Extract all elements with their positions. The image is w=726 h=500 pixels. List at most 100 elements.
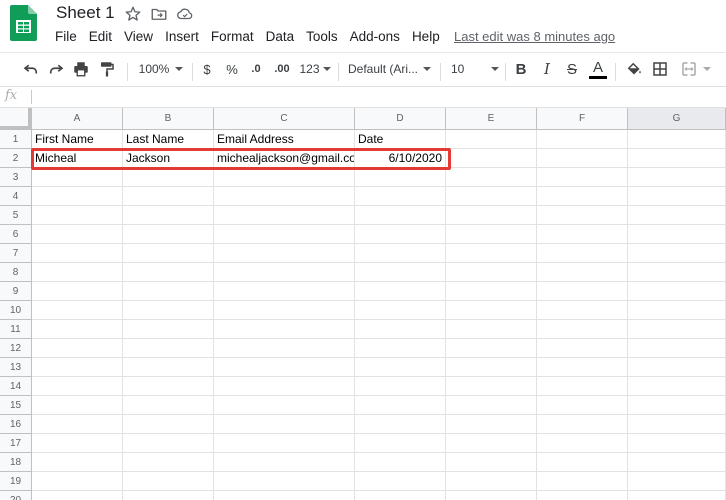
cell-e2[interactable] — [446, 149, 537, 168]
cell-f7[interactable] — [537, 244, 628, 263]
row-header-9[interactable]: 9 — [0, 282, 32, 301]
cell-b7[interactable] — [123, 244, 214, 263]
row-header-19[interactable]: 19 — [0, 472, 32, 491]
more-formats-select[interactable]: 123 — [298, 59, 332, 79]
cell-c2[interactable]: michealjackson@gmail.com — [214, 149, 355, 168]
row-header-6[interactable]: 6 — [0, 225, 32, 244]
cell-d1[interactable]: Date — [355, 130, 446, 149]
menu-add-ons[interactable]: Add-ons — [344, 28, 406, 46]
cell-d6[interactable] — [355, 225, 446, 244]
cell-a10[interactable] — [32, 301, 123, 320]
cell-f17[interactable] — [537, 434, 628, 453]
cell-g10[interactable] — [628, 301, 726, 320]
cell-c20[interactable] — [214, 491, 355, 500]
cell-c18[interactable] — [214, 453, 355, 472]
cell-b13[interactable] — [123, 358, 214, 377]
cell-e13[interactable] — [446, 358, 537, 377]
menu-format[interactable]: Format — [205, 28, 260, 46]
cell-d5[interactable] — [355, 206, 446, 225]
cell-g19[interactable] — [628, 472, 726, 491]
cell-f4[interactable] — [537, 187, 628, 206]
cell-a4[interactable] — [32, 187, 123, 206]
cell-e17[interactable] — [446, 434, 537, 453]
cell-e8[interactable] — [446, 263, 537, 282]
cell-a1[interactable]: First Name — [32, 130, 123, 149]
row-header-5[interactable]: 5 — [0, 206, 32, 225]
row-header-17[interactable]: 17 — [0, 434, 32, 453]
cell-b6[interactable] — [123, 225, 214, 244]
row-header-4[interactable]: 4 — [0, 187, 32, 206]
cell-d4[interactable] — [355, 187, 446, 206]
row-header-13[interactable]: 13 — [0, 358, 32, 377]
cell-g9[interactable] — [628, 282, 726, 301]
percent-format-button[interactable]: % — [222, 59, 242, 79]
cell-b14[interactable] — [123, 377, 214, 396]
cell-g13[interactable] — [628, 358, 726, 377]
row-header-14[interactable]: 14 — [0, 377, 32, 396]
cell-b16[interactable] — [123, 415, 214, 434]
cell-e14[interactable] — [446, 377, 537, 396]
cell-a19[interactable] — [32, 472, 123, 491]
cell-d12[interactable] — [355, 339, 446, 358]
cell-c8[interactable] — [214, 263, 355, 282]
cell-b3[interactable] — [123, 168, 214, 187]
cell-d2[interactable]: 6/10/2020 — [355, 149, 446, 168]
row-header-11[interactable]: 11 — [0, 320, 32, 339]
cell-f11[interactable] — [537, 320, 628, 339]
cell-a8[interactable] — [32, 263, 123, 282]
cell-g4[interactable] — [628, 187, 726, 206]
menu-edit[interactable]: Edit — [83, 28, 118, 46]
increase-decimal-button[interactable]: .00 — [270, 59, 294, 79]
formula-input[interactable] — [36, 88, 716, 106]
menu-data[interactable]: Data — [260, 28, 301, 46]
strikethrough-button[interactable]: S — [562, 59, 582, 79]
sheets-logo-icon[interactable] — [10, 5, 37, 41]
cell-a14[interactable] — [32, 377, 123, 396]
cell-e16[interactable] — [446, 415, 537, 434]
menu-insert[interactable]: Insert — [159, 28, 205, 46]
cell-b20[interactable] — [123, 491, 214, 500]
cell-c3[interactable] — [214, 168, 355, 187]
cell-e20[interactable] — [446, 491, 537, 500]
cell-a7[interactable] — [32, 244, 123, 263]
star-icon[interactable] — [124, 5, 142, 23]
cell-e15[interactable] — [446, 396, 537, 415]
row-header-2[interactable]: 2 — [0, 149, 32, 168]
cell-g7[interactable] — [628, 244, 726, 263]
row-header-12[interactable]: 12 — [0, 339, 32, 358]
cell-f12[interactable] — [537, 339, 628, 358]
cell-c4[interactable] — [214, 187, 355, 206]
cell-a16[interactable] — [32, 415, 123, 434]
column-header-d[interactable]: D — [355, 108, 446, 130]
cell-d9[interactable] — [355, 282, 446, 301]
menu-view[interactable]: View — [118, 28, 159, 46]
cell-c19[interactable] — [214, 472, 355, 491]
cell-a11[interactable] — [32, 320, 123, 339]
cell-f1[interactable] — [537, 130, 628, 149]
cell-f18[interactable] — [537, 453, 628, 472]
menu-help[interactable]: Help — [406, 28, 446, 46]
cell-e19[interactable] — [446, 472, 537, 491]
cell-f6[interactable] — [537, 225, 628, 244]
cell-c11[interactable] — [214, 320, 355, 339]
cell-b17[interactable] — [123, 434, 214, 453]
cell-d17[interactable] — [355, 434, 446, 453]
paint-format-icon[interactable] — [96, 59, 118, 79]
print-icon[interactable] — [70, 59, 92, 79]
cell-c10[interactable] — [214, 301, 355, 320]
cell-c14[interactable] — [214, 377, 355, 396]
cell-a2[interactable]: Micheal — [32, 149, 123, 168]
cell-g14[interactable] — [628, 377, 726, 396]
cell-b10[interactable] — [123, 301, 214, 320]
cell-e5[interactable] — [446, 206, 537, 225]
cell-d11[interactable] — [355, 320, 446, 339]
column-header-b[interactable]: B — [123, 108, 214, 130]
menu-tools[interactable]: Tools — [300, 28, 344, 46]
cell-f5[interactable] — [537, 206, 628, 225]
cell-a20[interactable] — [32, 491, 123, 500]
cell-g17[interactable] — [628, 434, 726, 453]
cell-e12[interactable] — [446, 339, 537, 358]
cell-e11[interactable] — [446, 320, 537, 339]
cell-e6[interactable] — [446, 225, 537, 244]
cell-b4[interactable] — [123, 187, 214, 206]
